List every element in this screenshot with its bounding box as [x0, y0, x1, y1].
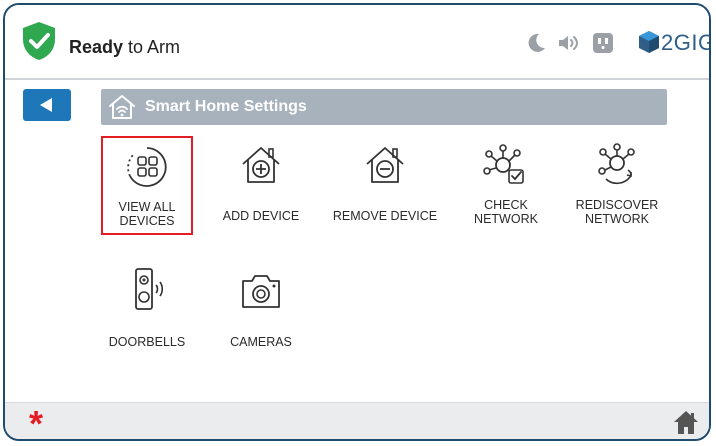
tile-label-line1: CAMERAS — [230, 335, 292, 349]
check-network-button[interactable]: CHECK NETWORK — [459, 136, 553, 235]
rediscover-network-icon — [598, 143, 635, 185]
status-header: Ready to Arm 2GIG — [5, 5, 709, 80]
view-all-devices-icon — [127, 147, 167, 187]
brand-logo: 2GIG — [637, 27, 709, 57]
moon-icon[interactable] — [524, 31, 548, 55]
remove-device-button[interactable]: REMOVE DEVICE — [329, 136, 441, 235]
tile-label: REMOVE DEVICE — [329, 209, 441, 223]
tile-label-line2: NETWORK — [474, 212, 538, 226]
doorbell-icon — [135, 268, 164, 310]
tile-label: REDISCOVER NETWORK — [565, 198, 669, 226]
speaker-icon[interactable] — [556, 31, 580, 55]
home-wifi-icon — [109, 95, 135, 119]
remove-device-icon — [366, 147, 404, 183]
tile-label: CHECK NETWORK — [459, 198, 553, 226]
arm-status[interactable]: Ready to Arm — [69, 36, 180, 58]
outlet-icon[interactable] — [591, 31, 615, 55]
tile-label-line1: CHECK — [484, 198, 528, 212]
home-icon[interactable] — [673, 409, 699, 435]
page-title: Smart Home Settings — [145, 98, 307, 115]
add-device-button[interactable]: ADD DEVICE — [215, 136, 307, 235]
add-device-icon — [242, 147, 280, 183]
emergency-asterisk-button[interactable]: * — [29, 406, 43, 440]
tile-label-line1: DOORBELLS — [108, 335, 186, 349]
page-title-bar: Smart Home Settings — [101, 89, 667, 125]
tile-label: CAMERAS — [215, 335, 307, 349]
shield-check-icon — [23, 22, 55, 60]
cameras-button[interactable]: CAMERAS — [215, 267, 307, 349]
tile-label-line1: REDISCOVER — [575, 198, 659, 212]
tile-label: DOORBELLS — [101, 335, 193, 349]
footer-bar: * — [5, 402, 709, 439]
tile-label: VIEW ALL DEVICES — [103, 200, 191, 228]
2gig-logo-icon — [639, 31, 659, 53]
control-panel-screen: Ready to Arm 2GIG Smart Home Settings VI… — [3, 3, 711, 441]
check-network-icon — [483, 144, 524, 184]
tile-label: ADD DEVICE — [215, 209, 307, 223]
doorbells-button[interactable]: DOORBELLS — [101, 267, 193, 349]
camera-icon — [242, 275, 280, 308]
tile-label-line2: DEVICES — [119, 214, 175, 228]
back-button[interactable] — [23, 89, 71, 121]
tile-label-line1: VIEW ALL — [118, 200, 176, 214]
tile-label-line1: ADD DEVICE — [222, 209, 300, 223]
tile-label-line2: NETWORK — [585, 212, 649, 226]
rediscover-network-button[interactable]: REDISCOVER NETWORK — [565, 136, 669, 235]
brand-text: 2GIG — [661, 30, 711, 55]
arm-status-rest: to Arm — [123, 37, 181, 57]
arm-status-strong: Ready — [69, 37, 124, 57]
view-all-devices-button[interactable]: VIEW ALL DEVICES — [101, 136, 193, 235]
tile-label-line1: REMOVE DEVICE — [332, 209, 438, 223]
back-arrow-icon — [40, 98, 52, 112]
